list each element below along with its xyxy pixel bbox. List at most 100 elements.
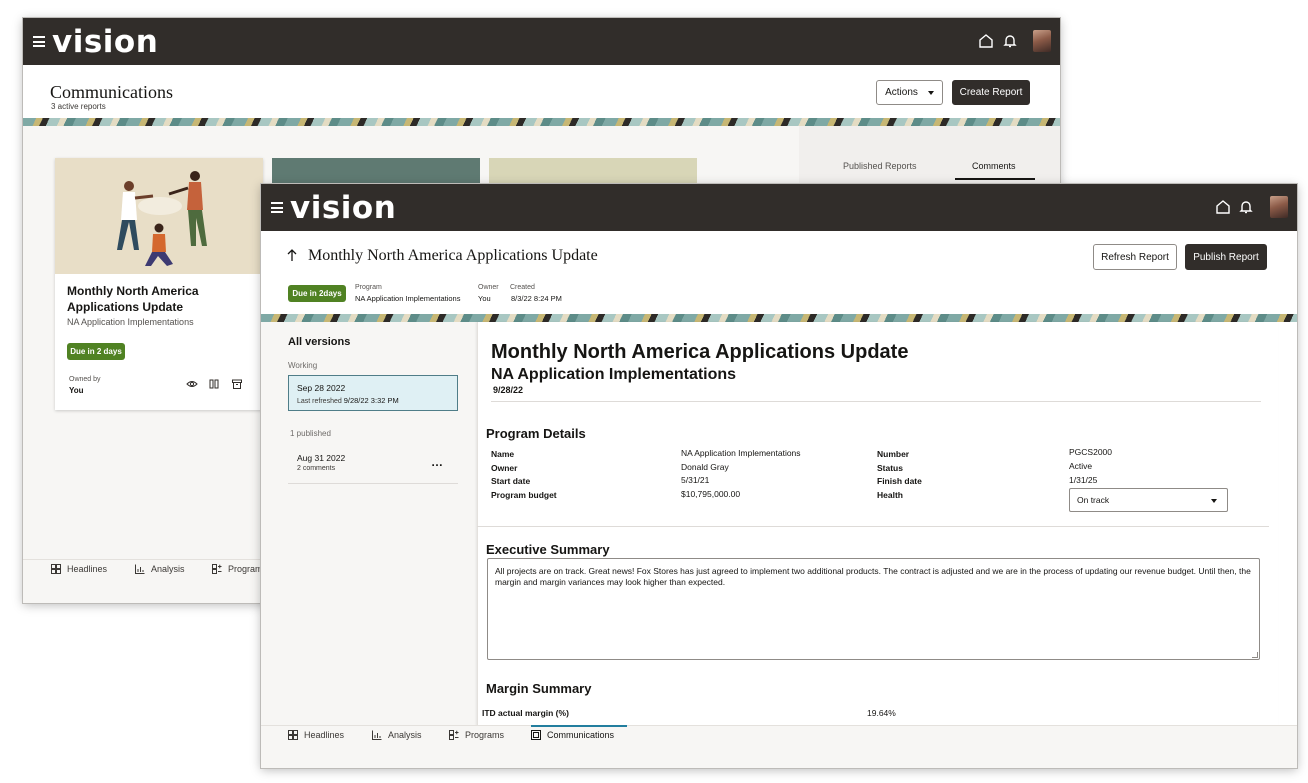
detail-label: Name [491,449,515,459]
nav-programs[interactable]: Programs [449,730,504,740]
health-select[interactable]: On track [1069,488,1228,512]
tab-comments[interactable]: Comments [972,161,1016,171]
columns-icon[interactable] [208,378,220,390]
nav-label: Programs [465,730,505,740]
app-header: vision [261,184,1297,231]
detail-value: Active [1069,461,1093,471]
report-heading: Monthly North America Applications Updat… [491,341,909,363]
bell-icon[interactable] [1237,198,1255,216]
report-card-subtitle: NA Application Implementations [67,317,194,327]
user-avatar[interactable] [1033,30,1051,52]
report-card[interactable]: Monthly North America Applications Updat… [55,158,263,410]
grid-icon [288,730,298,740]
due-badge: Due in 2 days [67,343,125,360]
people-illustration [55,158,263,274]
nav-analysis[interactable]: Analysis [372,730,422,740]
margin-label: ITD actual margin (%) [482,708,569,718]
owned-by-label: Owned by [69,376,101,383]
version-item-published[interactable]: Aug 31 2022 [297,453,345,463]
hamburger-menu-icon[interactable] [271,202,283,213]
owner-label: Owner [478,284,499,291]
divider [288,483,458,484]
nav-analysis[interactable]: Analysis [135,564,185,574]
version-refreshed: Last refreshed 9/28/22 3:32 PM [297,396,399,405]
nav-label: Communications [547,730,615,740]
report-card-image [55,158,263,274]
report-date: 9/28/22 [493,385,524,395]
program-label: Program [355,284,382,291]
executive-summary-title: Executive Summary [486,542,610,557]
detail-value: NA Application Implementations [681,448,801,458]
chart-icon [135,564,145,574]
resize-handle-icon[interactable] [1252,652,1258,658]
nav-headlines[interactable]: Headlines [51,564,107,574]
caret-down-icon [927,90,934,95]
executive-summary-text: All projects are on track. Great news! F… [495,566,1251,587]
version-item-working[interactable]: Sep 28 2022 Last refreshed 9/28/22 3:32 … [288,375,458,411]
eye-icon[interactable] [186,378,198,390]
owner-value: You [478,294,491,303]
version-date: Sep 28 2022 [297,383,346,393]
version-comments: 2 comments [297,465,336,472]
create-report-button[interactable]: Create Report [952,80,1030,105]
detail-label: Health [877,490,903,500]
page-subtitle: 3 active reports [51,102,106,111]
report-card-title[interactable]: Monthly North America Applications Updat… [67,283,247,315]
report-title: Monthly North America Applications Updat… [308,247,598,264]
programs-icon [449,730,459,740]
owned-by-value: You [69,386,84,395]
detail-label: Finish date [877,476,922,486]
arrow-up-icon[interactable] [286,248,298,262]
detail-value: $10,795,000.00 [681,489,741,499]
created-value: 8/3/22 8:24 PM [511,294,562,303]
bell-icon[interactable] [1001,32,1019,50]
app-header: vision [23,18,1060,65]
vision-logo: vision [52,24,159,60]
refresh-report-button[interactable]: Refresh Report [1093,244,1177,270]
bottom-navigation: Headlines Analysis Program [23,559,263,603]
actions-button[interactable]: Actions [876,80,943,105]
nav-label: Headlines [67,564,108,574]
nav-headlines[interactable]: Headlines [288,730,344,740]
user-avatar[interactable] [1270,196,1288,218]
programs-icon [212,564,222,574]
refreshed-value: 9/28/22 3:32 PM [343,396,399,405]
actions-label: Actions [885,87,918,98]
report-card-image[interactable] [272,158,480,186]
bottom-navigation: Headlines Analysis Programs Communicatio… [261,725,1297,768]
home-icon[interactable] [977,32,995,50]
more-options-icon[interactable]: … [431,455,444,469]
hamburger-menu-icon[interactable] [33,36,45,47]
publish-report-button[interactable]: Publish Report [1185,244,1267,270]
margin-value: 19.64% [867,708,896,718]
health-value: On track [1077,495,1110,505]
nav-label: Analysis [151,564,185,574]
executive-summary-textarea[interactable]: All projects are on track. Great news! F… [487,558,1260,660]
report-editor-window: vision Monthly North America Application… [261,184,1297,768]
nav-label: Program [228,564,263,574]
detail-label: Owner [491,463,518,473]
refreshed-label: Last refreshed [297,398,342,405]
tab-published-reports[interactable]: Published Reports [843,161,917,171]
program-details-title: Program Details [486,426,586,441]
created-label: Created [510,284,535,291]
detail-value: Donald Gray [681,462,729,472]
nav-communications[interactable]: Communications [531,730,614,740]
versions-heading: All versions [288,336,351,348]
detail-value: 1/31/25 [1069,475,1098,485]
decorative-banner [23,118,1060,126]
communications-icon [531,730,541,740]
caret-down-icon [1211,499,1217,503]
nav-active-indicator [531,725,627,727]
report-card-image[interactable] [489,158,697,186]
detail-value: PGCS2000 [1069,447,1112,457]
archive-icon[interactable] [231,378,243,390]
divider [491,401,1261,402]
nav-label: Analysis [388,730,422,740]
detail-label: Program budget [491,490,557,500]
home-icon[interactable] [1214,198,1232,216]
detail-value: 5/31/21 [681,475,710,485]
nav-programs[interactable]: Program [212,564,263,574]
vision-logo: vision [290,190,397,226]
margin-summary-title: Margin Summary [486,681,592,696]
